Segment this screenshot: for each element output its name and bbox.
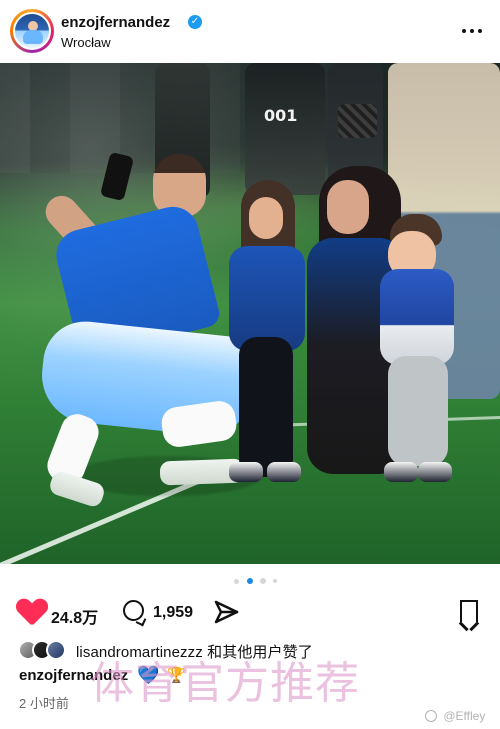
post-caption: enzojfernandez 💙 🏆 [19, 665, 186, 684]
blue-heart-icon: 💙 [137, 665, 160, 685]
boy-shoe [384, 462, 418, 482]
player-figure [37, 151, 262, 510]
watermark-icon [425, 710, 437, 722]
handbag [338, 104, 377, 138]
comments-count[interactable]: 1,959 [153, 604, 193, 622]
watermark-text: @Effley [443, 709, 486, 723]
liker-avatar [46, 640, 66, 660]
post-header: enzojfernandez ✓ Wrocław [0, 0, 500, 62]
post-timestamp: 2 小时前 [19, 696, 69, 711]
boy-pants [388, 356, 448, 466]
carousel-indicator [234, 578, 292, 584]
girl-top [229, 246, 305, 351]
more-horizontal-icon [470, 29, 474, 33]
boy-shoe [418, 462, 452, 482]
liked-by-row[interactable]: lisandromartinezzz 和其他用户赞了 [18, 640, 478, 662]
post-action-bar: 24.8万 1,959 [0, 597, 500, 631]
vest-number: 001 [264, 106, 298, 125]
caption-username[interactable]: enzojfernandez [19, 667, 128, 684]
comment-icon [123, 600, 144, 621]
verified-badge-icon: ✓ [188, 15, 202, 29]
girl-legs [239, 337, 293, 477]
likes-count[interactable]: 24.8万 [51, 604, 98, 628]
trophy-icon: 🏆 [166, 667, 186, 684]
watermark: @Effley [425, 708, 485, 723]
like-button[interactable] [17, 599, 47, 627]
girl-shoe [229, 462, 263, 482]
carousel-dot[interactable] [273, 579, 277, 583]
save-button[interactable] [458, 598, 482, 626]
woman-face [327, 180, 369, 234]
carousel-dot[interactable] [234, 579, 239, 584]
boy-figure [376, 214, 458, 496]
more-options-button[interactable] [460, 21, 486, 41]
carousel-dot[interactable] [260, 578, 266, 584]
profile-avatar[interactable] [10, 9, 54, 53]
girl-figure [225, 180, 313, 488]
boy-top [380, 269, 454, 365]
carousel-dot-active[interactable] [247, 578, 253, 584]
bookmark-icon [460, 600, 478, 622]
post-photo[interactable]: 001 [0, 63, 500, 564]
comment-button[interactable] [121, 598, 149, 626]
share-button[interactable] [213, 598, 241, 626]
post-location[interactable]: Wrocław [61, 35, 111, 50]
post-username[interactable]: enzojfernandez [61, 14, 170, 31]
more-horizontal-icon [478, 29, 482, 33]
liked-by-text[interactable]: lisandromartinezzz 和其他用户赞了 [76, 641, 313, 662]
girl-face [249, 197, 283, 239]
share-icon [214, 600, 239, 624]
heart-icon [17, 599, 47, 627]
more-horizontal-icon [462, 29, 466, 33]
girl-shoe [267, 462, 301, 482]
phone-in-hand [99, 151, 135, 202]
instagram-post: enzojfernandez ✓ Wrocław 001 24.8万 1,959… [0, 0, 500, 729]
profile-avatar-image [13, 12, 51, 50]
